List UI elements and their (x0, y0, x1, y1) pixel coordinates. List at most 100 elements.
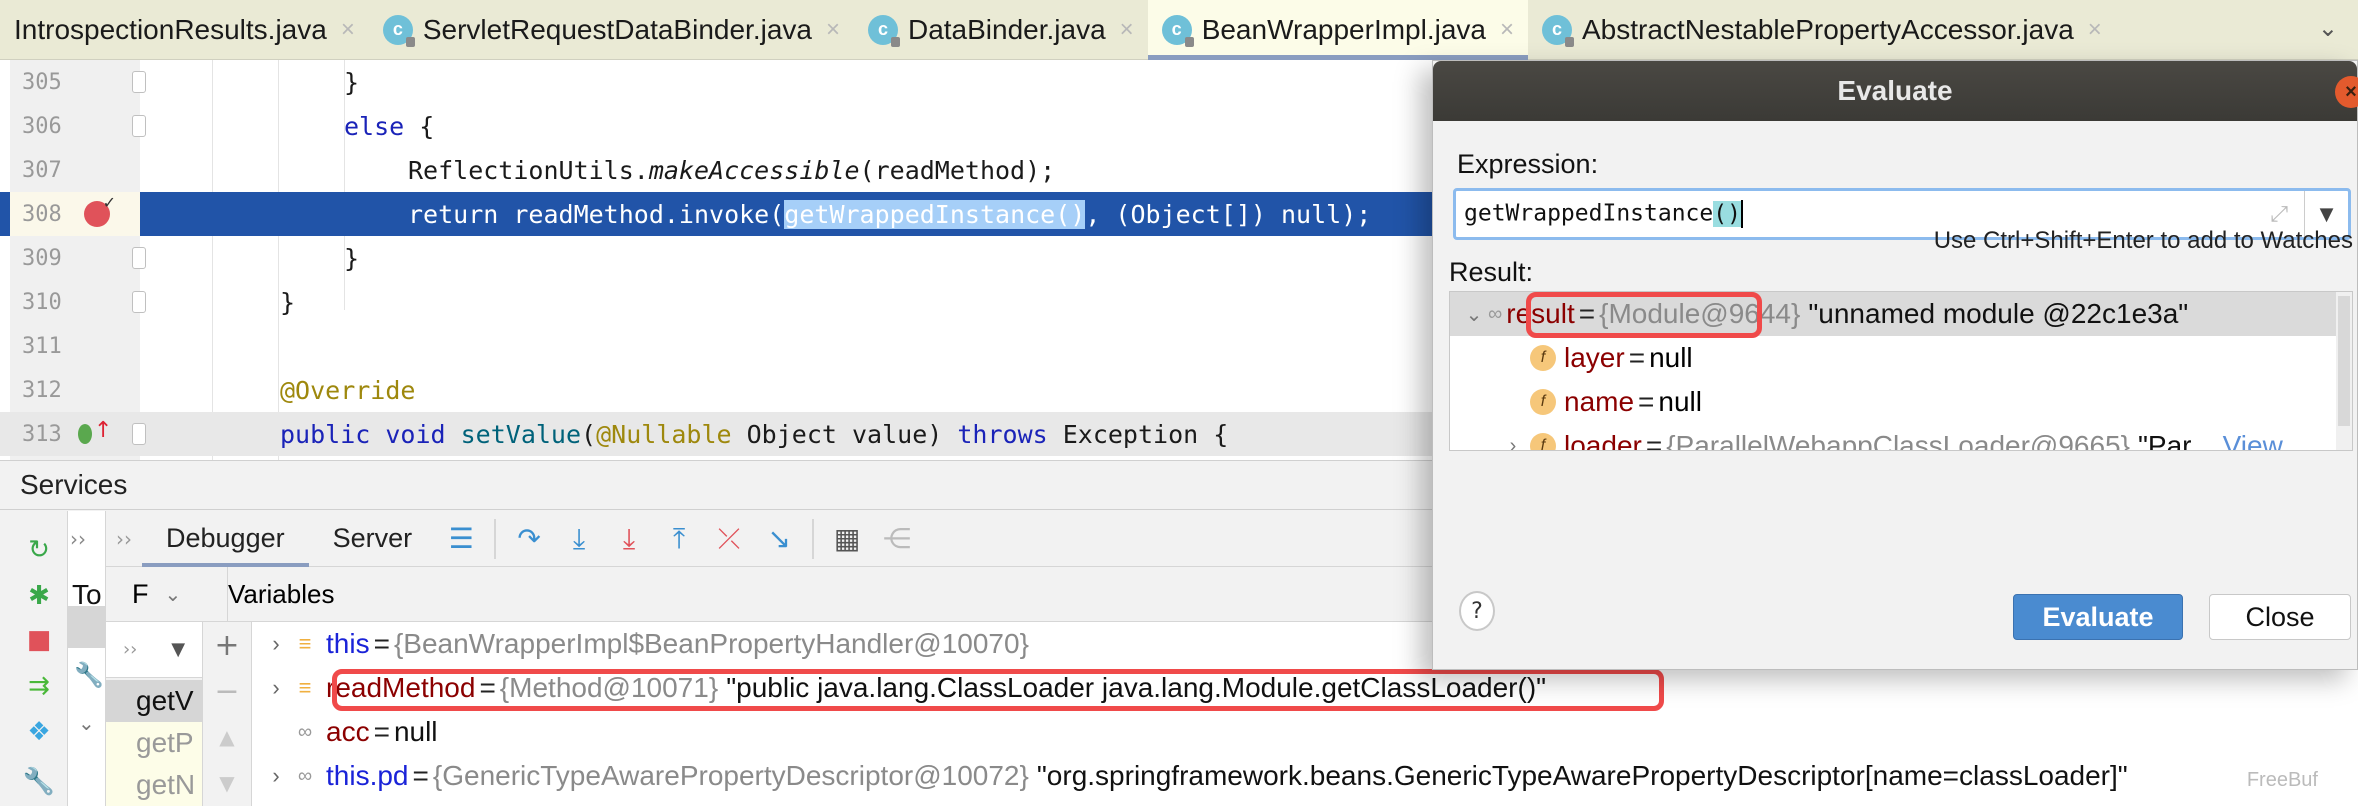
code-line-307: 307 ReflectionUtils.makeAccessible(readM… (0, 148, 1440, 192)
fold-marker-icon[interactable] (132, 247, 146, 269)
redeploy-icon[interactable]: ⇉ (24, 671, 54, 701)
tab-close-icon[interactable]: × (826, 16, 840, 44)
code-fragment: Object value) (731, 419, 958, 449)
collapse-chevron-icon[interactable]: ⌄ (1460, 302, 1488, 327)
services-tree[interactable]: ›› To ▶ 🔧 ⌄ (68, 511, 106, 806)
result-label: Result: (1449, 257, 1534, 287)
variables-label: Variables (228, 578, 335, 609)
result-name: result (1506, 298, 1575, 329)
frames-header: F ⌄ (106, 567, 228, 622)
more-tools-icon[interactable]: ›› (106, 527, 142, 551)
evaluate-button[interactable]: Evaluate (2013, 594, 2183, 640)
result-row[interactable]: › f loader = {ParallelWebappClassLoader@… (1450, 424, 2352, 451)
tab-close-icon[interactable]: × (341, 16, 355, 44)
result-row[interactable]: f layer = null (1450, 336, 2352, 380)
expand-chevron-icon[interactable]: ›› (70, 527, 86, 551)
fold-marker-icon[interactable] (132, 423, 146, 445)
dialog-titlebar[interactable]: Evaluate × (1433, 61, 2358, 121)
thread-dropdown-icon[interactable]: ▼ (171, 639, 185, 660)
wrench-icon[interactable]: 🔧 (74, 661, 104, 689)
variables-side-toolbar: + − ▲ ▼ (202, 622, 252, 806)
variable-row[interactable]: › ≡ readMethod = {Method@10071} "public … (252, 666, 2358, 710)
expand-chevron-icon[interactable]: › (262, 631, 290, 657)
tab-overflow-chevron-icon[interactable]: ⌄ (2318, 14, 2338, 42)
stop-icon[interactable]: ■ (24, 625, 54, 655)
tab-server[interactable]: Server (309, 511, 437, 567)
result-row[interactable]: ⌄ ∞ result = {Module@9644} "unnamed modu… (1450, 292, 2352, 336)
close-icon[interactable]: × (2335, 76, 2358, 108)
equals-sign: = (1645, 430, 1663, 451)
expand-chevron-icon[interactable]: › (262, 675, 290, 701)
frames-list[interactable]: getV getP getN (106, 680, 202, 806)
close-button[interactable]: Close (2209, 594, 2351, 640)
code-editor[interactable]: 305 } 306 else { 307 ReflectionUtils.mak… (0, 60, 1440, 460)
breakpoint-icon[interactable] (84, 193, 116, 227)
class-icon: c (867, 14, 900, 47)
drop-frame-icon[interactable]: ⤫ (709, 519, 749, 559)
tab-close-icon[interactable]: × (1500, 16, 1514, 44)
step-out-icon[interactable]: ⤒ (659, 519, 699, 559)
tab-debugger[interactable]: Debugger (142, 511, 309, 567)
result-scrollbar[interactable] (2336, 292, 2352, 450)
move-up-icon[interactable]: ▲ (203, 714, 251, 760)
implements-marker-icon[interactable] (78, 424, 92, 444)
step-over-icon[interactable]: ↷ (509, 519, 549, 559)
code-fragment: ReflectionUtils. (408, 155, 649, 185)
chevron-down-icon[interactable]: ⌄ (78, 711, 95, 735)
variable-name: this.pd (326, 760, 409, 791)
ide-window: IntrospectionResults.java × c ServletReq… (0, 0, 2358, 806)
field-list-icon: ≡ (298, 675, 312, 700)
tab-close-icon[interactable]: × (1120, 16, 1134, 44)
fold-marker-icon[interactable] (132, 291, 146, 313)
variable-value: null (393, 716, 438, 747)
expand-icon[interactable]: ⤢ (2270, 202, 2288, 227)
step-into-icon[interactable]: ⤓ (559, 519, 599, 559)
tab-servlet-request-data-binder[interactable]: c ServletRequestDataBinder.java × (369, 0, 854, 60)
frame-item[interactable]: getV (106, 680, 202, 722)
move-down-icon[interactable]: ▼ (203, 760, 251, 806)
frame-item[interactable]: getP (106, 722, 202, 764)
variable-row[interactable]: ∞ acc = null (252, 710, 2358, 754)
tab-data-binder[interactable]: c DataBinder.java × (854, 0, 1148, 60)
frames-dropdown-icon[interactable]: ⌄ (165, 582, 182, 607)
override-arrow-icon[interactable]: ↑ (94, 418, 112, 443)
add-watch-icon[interactable]: + (203, 622, 251, 668)
run-to-cursor-icon[interactable]: ↘ (759, 519, 799, 559)
result-tree[interactable]: ⌄ ∞ result = {Module@9644} "unnamed modu… (1449, 291, 2353, 451)
line-number: 306 (22, 113, 62, 139)
result-row[interactable]: f name = null (1450, 380, 2352, 424)
variable-value: "org.springframework.beans.GenericTypeAw… (1036, 760, 2128, 791)
expand-chevron-icon[interactable]: › (1496, 435, 1530, 451)
remove-watch-icon[interactable]: − (203, 668, 251, 714)
toolbar-separator (812, 518, 815, 559)
field-icon: f (1530, 433, 1556, 450)
code-line-309: 309 } (0, 236, 1440, 280)
tab-close-icon[interactable]: × (2088, 16, 2102, 44)
code-line-308-execution-point: 308 return readMethod.invoke(getWrappedI… (0, 192, 1440, 236)
trace-icon[interactable]: ⋲ (877, 519, 917, 559)
tab-abstract-nestable-property-accessor[interactable]: c AbstractNestablePropertyAccessor.java … (1528, 0, 2116, 60)
tab-label: ServletRequestDataBinder.java (422, 13, 812, 45)
more-icon[interactable]: ›› (123, 639, 137, 660)
line-number: 311 (22, 333, 62, 359)
settings-wrench-icon[interactable]: 🔧 (23, 767, 55, 797)
debug-bug-icon[interactable]: ✱ (24, 581, 54, 611)
expression-text[interactable]: getWrappedInstance() (1456, 200, 1743, 228)
variable-row[interactable]: › ∞ this.pd = {GenericTypeAwarePropertyD… (252, 754, 2358, 798)
services-group-icon[interactable]: ❖ (24, 717, 54, 747)
tab-bean-wrapper-impl[interactable]: c BeanWrapperImpl.java × (1147, 0, 1529, 60)
expand-chevron-icon[interactable]: › (262, 763, 290, 789)
code-fragment: (readMethod); (859, 155, 1056, 185)
evaluate-expression-icon[interactable]: ▦ (827, 519, 867, 559)
fold-marker-icon[interactable] (132, 71, 146, 93)
code-fragment: { (404, 111, 435, 141)
frames-layout-icon[interactable]: ☰ (441, 519, 481, 559)
help-button[interactable]: ? (1459, 591, 1495, 631)
rerun-icon[interactable]: ↻ (24, 535, 54, 565)
force-step-into-icon[interactable]: ⤓ (609, 519, 649, 559)
fold-marker-icon[interactable] (132, 115, 146, 137)
tab-introspection-results[interactable]: IntrospectionResults.java × (0, 0, 369, 60)
scrollbar-thumb[interactable] (2338, 296, 2350, 426)
frame-item[interactable]: getN (106, 764, 202, 806)
view-link[interactable]: ... View (2192, 430, 2283, 450)
